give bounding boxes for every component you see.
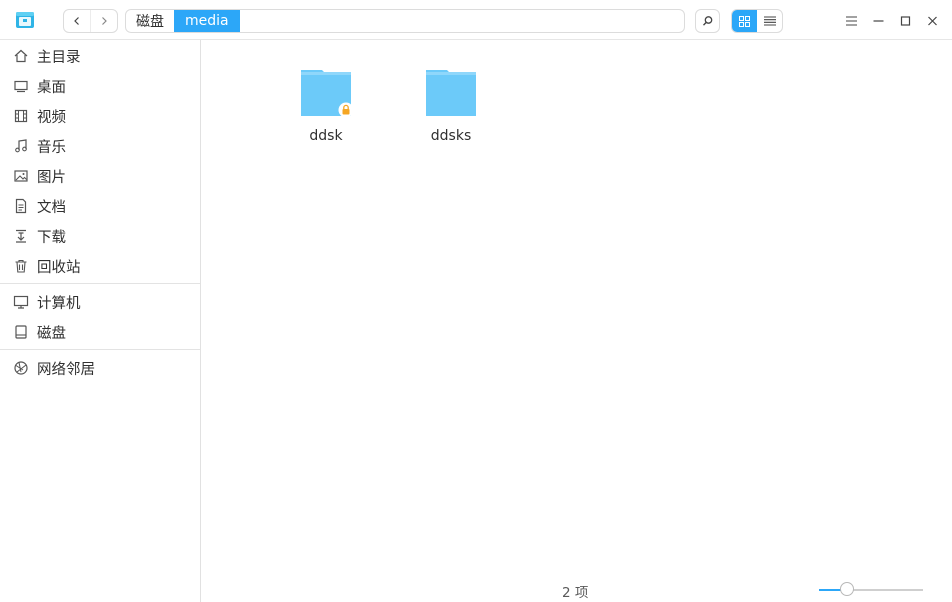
sidebar-item-label: 下载 [37,229,66,246]
maximize-icon [900,16,910,26]
download-icon [13,228,29,244]
search-button[interactable] [695,9,720,33]
disk-icon [13,324,29,340]
breadcrumb-item-media[interactable]: media [174,10,240,32]
search-icon [702,16,712,26]
sidebar-item-label: 文档 [37,199,66,216]
minimize-button[interactable] [867,10,889,32]
sidebar-item-network[interactable]: 网络邻居 [0,353,200,383]
document-icon [13,198,29,214]
sidebar-item-documents[interactable]: 文档 [0,191,200,221]
main-menu-button[interactable] [840,10,862,32]
menu-icon [845,16,857,26]
maximize-button[interactable] [894,10,916,32]
file-manager-app-icon[interactable] [15,10,35,30]
file-name: ddsks [430,128,472,144]
file-item[interactable]: ddsks [401,50,501,144]
sidebar-item-label: 主目录 [37,49,81,66]
close-button[interactable] [921,10,943,32]
minimize-icon [873,20,883,22]
sidebar-item-label: 视频 [37,109,66,126]
sidebar-item-computer[interactable]: 计算机 [0,287,200,317]
sidebar: 主目录 桌面 视频 音乐 图片 文档 下载 回收站 计算机 磁盘 网络邻居 [0,40,201,602]
folder-icon [298,64,354,118]
sidebar-divider [0,349,200,350]
grid-view-icon [739,15,750,27]
sidebar-item-label: 计算机 [37,295,81,312]
breadcrumb-item-disk[interactable]: 磁盘 [126,10,174,32]
back-button[interactable] [64,10,90,32]
sidebar-item-label: 网络邻居 [37,361,95,378]
folder-icon [423,64,479,118]
file-name: ddsk [309,128,343,144]
sidebar-item-pictures[interactable]: 图片 [0,161,200,191]
network-icon [13,360,29,376]
forward-button[interactable] [90,10,117,32]
sidebar-item-videos[interactable]: 视频 [0,101,200,131]
sidebar-divider [0,283,200,284]
list-view-icon [763,16,776,26]
sidebar-item-label: 磁盘 [37,325,66,342]
icon-view-button[interactable] [732,10,757,32]
sidebar-item-label: 音乐 [37,139,66,156]
icon-size-slider-handle[interactable] [840,582,855,596]
sidebar-item-desktop[interactable]: 桌面 [0,71,200,101]
sidebar-item-disk[interactable]: 磁盘 [0,317,200,347]
video-icon [13,108,29,124]
sidebar-item-trash[interactable]: 回收站 [0,251,200,281]
sidebar-item-label: 图片 [37,169,66,186]
list-view-button[interactable] [757,10,782,32]
file-manager-window: 磁盘 media 主目录 桌面 视频 音乐 图片 文档 下载 回收站 计算机 磁… [0,0,952,602]
breadcrumb[interactable]: 磁盘 media [125,9,685,33]
sidebar-item-downloads[interactable]: 下载 [0,221,200,251]
sidebar-item-music[interactable]: 音乐 [0,131,200,161]
view-mode-switch [731,9,783,33]
item-count-label: 2 项 [562,585,589,601]
chevron-right-icon [102,17,107,25]
sidebar-item-home[interactable]: 主目录 [0,41,200,71]
desktop-icon [13,78,29,94]
music-icon [13,138,29,154]
sidebar-item-label: 桌面 [37,79,66,96]
picture-icon [13,168,29,184]
file-item[interactable]: ddsk [276,50,376,144]
navigation-buttons [63,9,118,33]
home-icon [13,48,29,64]
trash-icon [13,258,29,274]
sidebar-item-label: 回收站 [37,259,81,276]
title-bar: 磁盘 media [0,0,952,40]
close-icon [927,16,937,26]
chevron-left-icon [74,17,79,25]
file-view[interactable]: ddsk ddsks [202,40,952,602]
computer-icon [13,294,29,310]
